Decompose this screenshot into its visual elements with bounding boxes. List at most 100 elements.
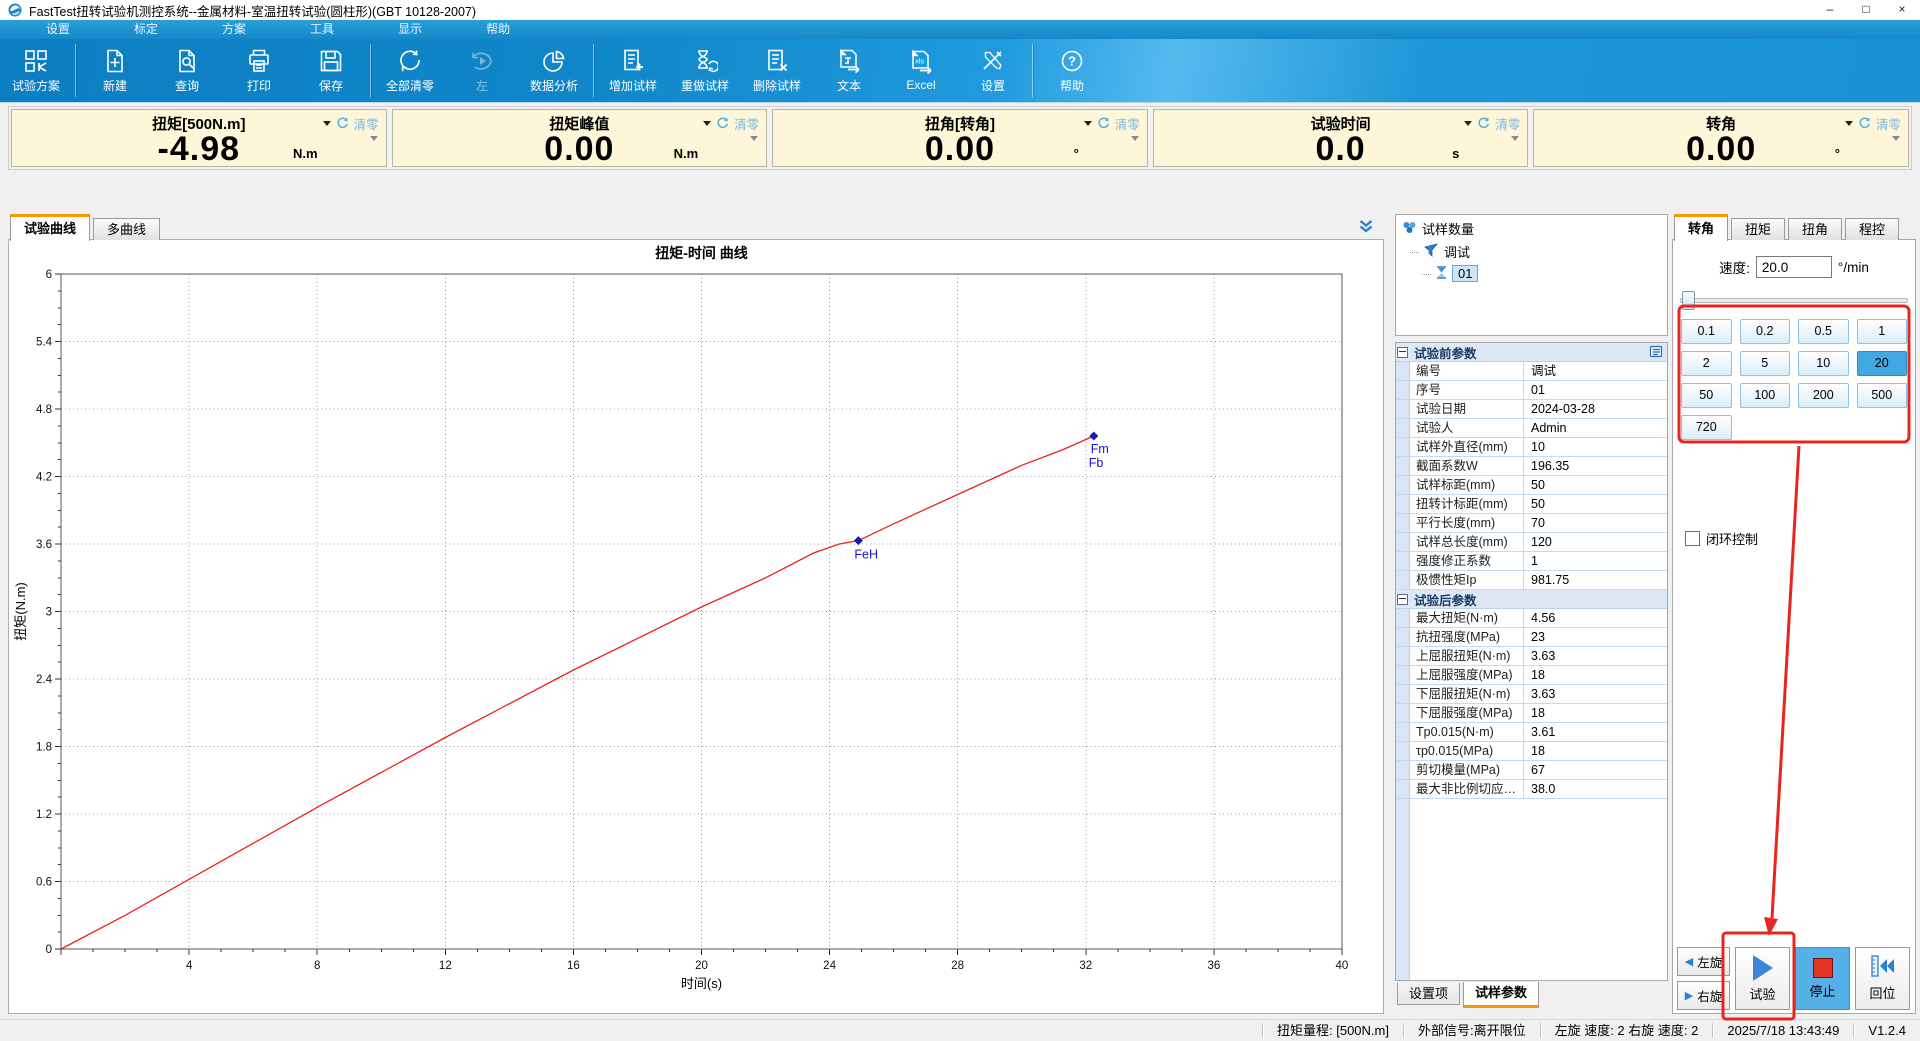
tab-torque[interactable]: 扭矩 — [1731, 218, 1785, 240]
dropdown-icon[interactable] — [323, 121, 331, 126]
speed-preset-button-20[interactable]: 20 — [1857, 351, 1908, 376]
menu-calibration[interactable]: 标定 — [110, 20, 182, 39]
collapse-icon[interactable] — [1397, 347, 1408, 358]
param-row[interactable]: 最大非比例切应变(...38.0 — [1396, 780, 1667, 799]
close-button[interactable]: × — [1884, 0, 1920, 20]
speed-input[interactable] — [1756, 256, 1832, 278]
param-row[interactable]: 最大扭矩(N·m)4.56 — [1396, 609, 1667, 628]
tab-multi-curve[interactable]: 多曲线 — [93, 218, 160, 240]
param-row[interactable]: 剪切模量(MPa)67 — [1396, 761, 1667, 780]
menu-help[interactable]: 帮助 — [462, 20, 534, 39]
speed-preset-button-500[interactable]: 500 — [1857, 383, 1908, 408]
param-row[interactable]: 抗扭强度(MPa)23 — [1396, 628, 1667, 647]
speed-preset-button-0.5[interactable]: 0.5 — [1798, 319, 1849, 344]
param-row[interactable]: 上屈服扭矩(N·m)3.63 — [1396, 647, 1667, 666]
toolbar-add-sample[interactable]: 增加试样 — [597, 39, 669, 102]
closed-loop-row[interactable]: 闭环控制 — [1685, 529, 1758, 548]
param-row[interactable]: 编号调试 — [1396, 362, 1667, 381]
toolbar-save[interactable]: 保存 — [295, 39, 367, 102]
tab-sample-params[interactable]: 试样参数 — [1463, 982, 1539, 1008]
toolbar-help[interactable]: ? 帮助 — [1036, 39, 1108, 102]
param-row[interactable]: 下屈服强度(MPa)18 — [1396, 704, 1667, 723]
toolbar-text-export[interactable]: 文本 — [813, 39, 885, 102]
toolbar-print[interactable]: 打印 — [223, 39, 295, 102]
menu-display[interactable]: 显示 — [374, 20, 446, 39]
speed-preset-button-2[interactable]: 2 — [1681, 351, 1732, 376]
batch-icon — [1424, 243, 1439, 260]
save-icon — [318, 48, 344, 74]
param-row[interactable]: 强度修正系数1 — [1396, 552, 1667, 571]
toolbar-data-analysis[interactable]: 数据分析 — [518, 39, 590, 102]
param-row[interactable]: 下屈服扭矩(N·m)3.63 — [1396, 685, 1667, 704]
param-row[interactable]: 序号01 — [1396, 381, 1667, 400]
param-row[interactable]: 扭转计标距(mm)50 — [1396, 495, 1667, 514]
tree-node-batch[interactable]: 调试 — [1396, 238, 1667, 261]
speed-preset-button-5[interactable]: 5 — [1740, 351, 1791, 376]
chevron-down-icon[interactable] — [1358, 219, 1374, 238]
home-button[interactable]: 回位 — [1855, 947, 1910, 1010]
toolbar-zero-all[interactable]: 全部清零 — [374, 39, 446, 102]
closed-loop-checkbox[interactable] — [1685, 531, 1700, 546]
param-row[interactable]: 平行长度(mm)70 — [1396, 514, 1667, 533]
param-label: 上屈服强度(MPa) — [1396, 666, 1524, 684]
tab-program-control[interactable]: 程控 — [1845, 218, 1899, 240]
speed-preset-button-1[interactable]: 1 — [1857, 319, 1908, 344]
toolbar-new[interactable]: 新建 — [79, 39, 151, 102]
dropdown-icon[interactable] — [1084, 121, 1092, 126]
param-row[interactable]: 截面系数W196.35 — [1396, 457, 1667, 476]
param-section-header[interactable]: 试验后参数 — [1396, 590, 1667, 609]
param-row[interactable]: 试样总长度(mm)120 — [1396, 533, 1667, 552]
param-row[interactable]: 上屈服强度(MPa)18 — [1396, 666, 1667, 685]
stop-button[interactable]: 停止 — [1795, 947, 1850, 1010]
param-section-header[interactable]: 试验前参数 — [1396, 343, 1667, 362]
speed-preset-button-10[interactable]: 10 — [1798, 351, 1849, 376]
toolbar-delete-sample[interactable]: 删除试样 — [741, 39, 813, 102]
param-row[interactable]: 试验人Admin — [1396, 419, 1667, 438]
menu-scheme[interactable]: 方案 — [198, 20, 270, 39]
toolbar-excel-export[interactable]: xls Excel — [885, 39, 957, 102]
tab-test-curve[interactable]: 试验曲线 — [10, 214, 90, 241]
clear-icon[interactable] — [1477, 117, 1490, 130]
tab-twist-angle[interactable]: 扭角 — [1788, 218, 1842, 240]
speed-preset-button-200[interactable]: 200 — [1798, 383, 1849, 408]
param-row[interactable]: 试验日期2024-03-28 — [1396, 400, 1667, 419]
param-row[interactable]: 试样外直径(mm)10 — [1396, 438, 1667, 457]
menu-tools[interactable]: 工具 — [286, 20, 358, 39]
speed-preset-button-50[interactable]: 50 — [1681, 383, 1732, 408]
tab-settings-items[interactable]: 设置项 — [1397, 983, 1460, 1005]
test-start-button[interactable]: 试验 — [1735, 947, 1790, 1010]
speed-preset-button-720[interactable]: 720 — [1681, 415, 1732, 440]
dropdown-icon[interactable] — [1845, 121, 1853, 126]
jog-left-button[interactable]: ◀ 左旋 — [1677, 947, 1730, 976]
param-row[interactable]: Tp0.015(N·m)3.61 — [1396, 723, 1667, 742]
tree-node-sample-01[interactable]: 01 — [1396, 261, 1667, 282]
jog-right-button[interactable]: ▶ 右旋 — [1677, 981, 1730, 1010]
speed-slider[interactable] — [1680, 291, 1908, 308]
param-label: 截面系数W — [1396, 457, 1524, 475]
menu-settings[interactable]: 设置 — [22, 20, 94, 39]
param-row[interactable]: 试样标距(mm)50 — [1396, 476, 1667, 495]
toolbar-settings[interactable]: 设置 — [957, 39, 1029, 102]
copy-params-icon[interactable] — [1649, 344, 1663, 361]
dropdown-icon[interactable] — [703, 121, 711, 126]
clear-icon[interactable] — [336, 117, 349, 130]
toolbar-test-plan[interactable]: 试验方案 — [0, 39, 72, 102]
tab-rotation-angle[interactable]: 转角 — [1674, 214, 1728, 241]
clear-icon[interactable] — [1858, 117, 1871, 130]
speed-preset-button-0.2[interactable]: 0.2 — [1740, 319, 1791, 344]
param-row[interactable]: τp0.015(MPa)18 — [1396, 742, 1667, 761]
clear-icon[interactable] — [716, 117, 729, 130]
collapse-icon[interactable] — [1397, 594, 1408, 605]
speed-preset-button-0.1[interactable]: 0.1 — [1681, 319, 1732, 344]
maximize-button[interactable]: □ — [1848, 0, 1884, 20]
tree-root-sample-count[interactable]: 试样数量 — [1396, 215, 1667, 238]
toolbar-query[interactable]: 查询 — [151, 39, 223, 102]
window-title: FastTest扭转试验机测控系统--金属材料-室温扭转试验(圆柱形)(GBT … — [29, 1, 476, 20]
speed-preset-button-100[interactable]: 100 — [1740, 383, 1791, 408]
toolbar-redo-sample[interactable]: 重做试样 — [669, 39, 741, 102]
param-row[interactable]: 极惯性矩Ip981.75 — [1396, 571, 1667, 590]
clear-icon[interactable] — [1097, 117, 1110, 130]
slider-thumb[interactable] — [1682, 291, 1695, 310]
minimize-button[interactable]: – — [1812, 0, 1848, 20]
dropdown-icon[interactable] — [1464, 121, 1472, 126]
